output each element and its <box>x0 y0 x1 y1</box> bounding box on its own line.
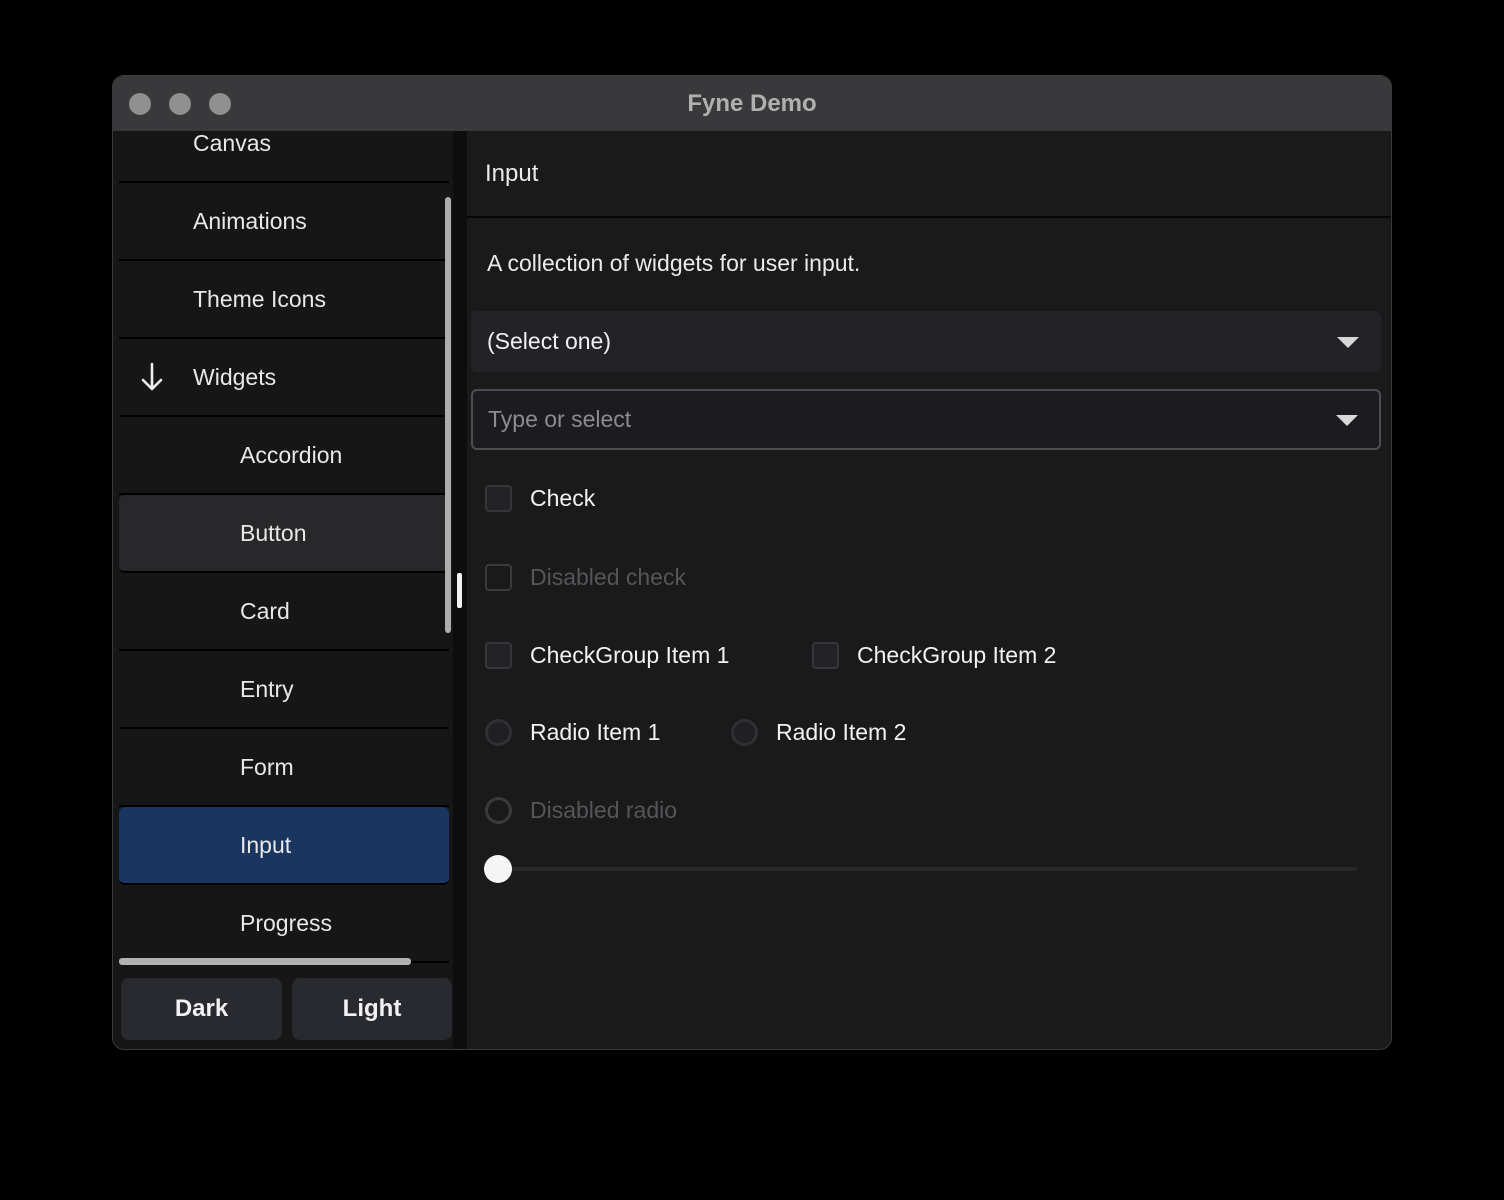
radio-icon[interactable] <box>731 718 758 746</box>
checkbox-icon <box>485 563 512 591</box>
chevron-down-icon <box>1336 414 1358 426</box>
sidebar-item-theme-icons[interactable]: Theme Icons <box>119 261 449 339</box>
radio-item-1[interactable]: Radio Item 1 <box>485 718 660 746</box>
checkbox-icon[interactable] <box>485 484 512 512</box>
select-value: (Select one) <box>487 328 612 354</box>
page-title: Input <box>485 160 539 187</box>
sidebar-item-form[interactable]: Form <box>119 729 449 807</box>
window-body: Canvas Animations Theme Icons Widgets Ac… <box>113 131 1391 1049</box>
titlebar[interactable]: Fyne Demo <box>113 76 1391 131</box>
split-divider[interactable] <box>453 131 467 1049</box>
slider[interactable] <box>484 855 1357 883</box>
sidebar-item-button[interactable]: Button <box>119 495 449 573</box>
sidebar-item-progress[interactable]: Progress <box>119 885 449 963</box>
select-entry[interactable]: Type or select <box>471 389 1381 450</box>
window-title: Fyne Demo <box>687 89 817 117</box>
radio-icon <box>485 796 512 824</box>
dark-theme-button[interactable]: Dark <box>121 978 282 1040</box>
content-panel: Input A collection of widgets for user i… <box>467 131 1391 1049</box>
select-dropdown[interactable]: (Select one) <box>471 311 1381 372</box>
nav-tree: Canvas Animations Theme Icons Widgets Ac… <box>119 131 449 963</box>
sidebar-item-input[interactable]: Input <box>119 807 449 885</box>
sidebar-item-entry[interactable]: Entry <box>119 651 449 729</box>
slider-thumb[interactable] <box>484 855 512 883</box>
checkbox-icon[interactable] <box>812 641 839 669</box>
chevron-down-icon <box>1337 336 1359 348</box>
checkgroup-item-1[interactable]: CheckGroup Item 1 <box>485 641 729 669</box>
app-window: Fyne Demo Canvas Animations Theme Icons … <box>112 75 1392 1050</box>
light-theme-button[interactable]: Light <box>292 978 452 1040</box>
split-divider-handle[interactable] <box>457 573 462 608</box>
sidebar-item-canvas[interactable]: Canvas <box>119 131 449 183</box>
slider-track[interactable] <box>498 867 1357 871</box>
sidebar-horizontal-scrollbar[interactable] <box>119 958 411 965</box>
sidebar: Canvas Animations Theme Icons Widgets Ac… <box>113 131 453 1049</box>
select-entry-placeholder: Type or select <box>488 406 632 432</box>
check-row[interactable]: Check <box>485 484 595 512</box>
sidebar-item-accordion[interactable]: Accordion <box>119 417 449 495</box>
sidebar-item-widgets[interactable]: Widgets <box>119 339 449 417</box>
checkbox-icon[interactable] <box>485 641 512 669</box>
divider <box>467 216 1391 218</box>
radio-icon[interactable] <box>485 718 512 746</box>
sidebar-item-card[interactable]: Card <box>119 573 449 651</box>
disabled-radio-row: Disabled radio <box>485 796 677 824</box>
sidebar-item-animations[interactable]: Animations <box>119 183 449 261</box>
page-description: A collection of widgets for user input. <box>487 250 861 276</box>
radio-item-2[interactable]: Radio Item 2 <box>731 718 906 746</box>
checkgroup-item-2[interactable]: CheckGroup Item 2 <box>812 641 1056 669</box>
arrow-down-icon[interactable] <box>139 362 165 392</box>
disabled-check-row: Disabled check <box>485 563 686 591</box>
sidebar-vertical-scrollbar[interactable] <box>445 197 451 633</box>
